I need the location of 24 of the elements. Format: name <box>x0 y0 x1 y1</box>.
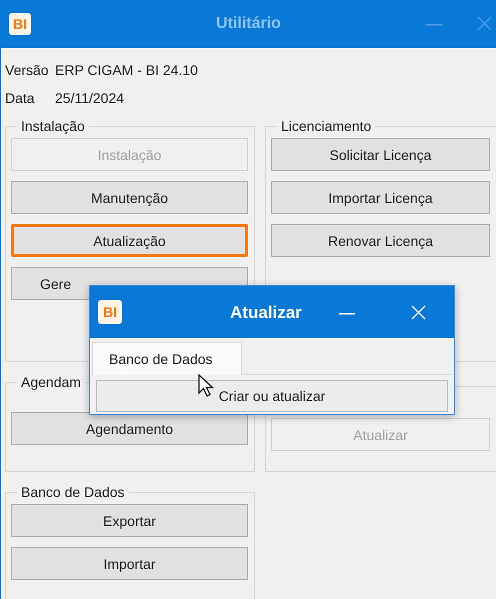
group-title: Instalação <box>20 118 86 134</box>
tab[interactable]: Banco de Dados <box>92 342 242 375</box>
group-title: Banco de Dados <box>20 484 126 500</box>
action-button[interactable]: Importar Licença <box>271 181 490 214</box>
field-label: Data <box>5 90 36 106</box>
group-title: Agendam <box>20 374 82 390</box>
field-value: 25/11/2024 <box>55 90 124 106</box>
action-button[interactable]: Atualização <box>11 224 248 257</box>
minimize-icon[interactable] <box>339 313 355 315</box>
group-title: Licenciamento <box>280 118 372 134</box>
field-label: Versão <box>5 62 50 78</box>
dialog-title: Atualizar <box>230 303 302 323</box>
action-button[interactable]: Manutenção <box>11 181 248 214</box>
action-button[interactable]: Criar ou atualizar <box>96 380 448 412</box>
action-button[interactable]: Agendamento <box>11 412 248 445</box>
action-button[interactable]: Exportar <box>11 504 248 537</box>
field-value: ERP CIGAM - BI 24.10 <box>55 62 198 78</box>
app-logo: BI <box>9 13 31 35</box>
action-button[interactable]: Solicitar Licença <box>271 138 490 171</box>
action-button[interactable]: Importar <box>11 547 248 580</box>
mouse-cursor-icon <box>198 374 214 398</box>
action-button[interactable]: Renovar Licença <box>271 224 490 257</box>
window-title: Utilitário <box>216 15 281 33</box>
app-logo: BI <box>98 300 122 324</box>
